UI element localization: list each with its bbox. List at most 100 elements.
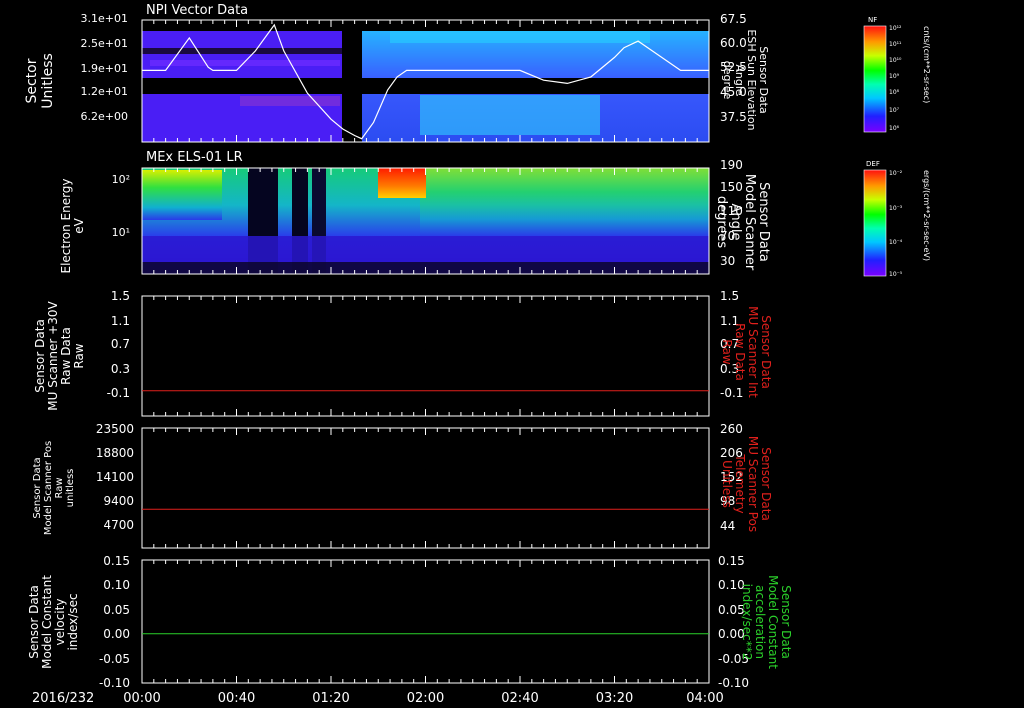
svg-text:0.00: 0.00 xyxy=(103,627,130,641)
pos-frame xyxy=(141,427,710,549)
svg-text:NF: NF xyxy=(868,16,877,24)
svg-text:Model Constant: Model Constant xyxy=(40,575,54,669)
acceleration-right-ylabel: Sensor Data Model Constant acceleration … xyxy=(740,575,793,669)
raw-left-ticks: 1.5 1.1 0.7 0.3 -0.1 xyxy=(107,289,130,400)
npi-left-ticks: 3.1e+01 2.5e+01 1.9e+01 1.2e+01 6.2e+00 xyxy=(81,12,128,123)
svg-text:10¹⁰: 10¹⁰ xyxy=(889,57,902,64)
svg-text:Raw Data: Raw Data xyxy=(59,327,73,385)
svg-text:6.2e+00: 6.2e+00 xyxy=(81,110,128,123)
svg-text:9400: 9400 xyxy=(103,494,134,508)
raw-frame xyxy=(141,295,710,417)
svg-text:3.1e+01: 3.1e+01 xyxy=(81,12,128,25)
svg-text:10⁻³: 10⁻³ xyxy=(889,205,903,212)
els-heatmap xyxy=(142,168,709,274)
time-tick: 03:20 xyxy=(596,691,633,706)
svg-text:Unitless: Unitless xyxy=(720,460,734,508)
svg-text:10¹: 10¹ xyxy=(112,226,130,239)
svg-text:190: 190 xyxy=(720,158,743,172)
svg-text:1.9e+01: 1.9e+01 xyxy=(81,62,128,75)
svg-text:260: 260 xyxy=(720,422,743,436)
svg-text:67.5: 67.5 xyxy=(720,12,747,26)
svg-text:10⁸: 10⁸ xyxy=(889,89,900,96)
npi-title: NPI Vector Data xyxy=(146,3,248,18)
svg-text:unitless: unitless xyxy=(65,469,76,508)
svg-text:1.1: 1.1 xyxy=(111,314,130,328)
time-tick: 02:40 xyxy=(501,691,538,706)
svg-text:Sensor Data: Sensor Data xyxy=(759,315,773,389)
svg-text:Sensor Data: Sensor Data xyxy=(27,585,41,659)
svg-text:0.10: 0.10 xyxy=(103,578,130,592)
pos-left-ticks: 23500 18800 14100 9400 4700 xyxy=(96,422,134,532)
svg-text:10⁷: 10⁷ xyxy=(889,107,900,114)
svg-text:Raw: Raw xyxy=(720,339,734,364)
svg-text:ergs/(cm**2-sr-sec-eV): ergs/(cm**2-sr-sec-eV) xyxy=(922,170,931,261)
panel-scanner-pos: Sensor Data Model Scanner Pos Raw unitle… xyxy=(32,422,773,549)
svg-text:DEF: DEF xyxy=(866,160,880,168)
svg-text:14100: 14100 xyxy=(96,470,134,484)
pos-left-ylabel: Sensor Data Model Scanner Pos Raw unitle… xyxy=(32,441,76,535)
svg-text:30: 30 xyxy=(720,254,735,268)
svg-text:Sensor Data: Sensor Data xyxy=(33,319,47,393)
svg-text:10⁻⁵: 10⁻⁵ xyxy=(889,271,903,278)
svg-text:MU Scanner +30V: MU Scanner +30V xyxy=(46,301,60,411)
svg-text:Sensor Data: Sensor Data xyxy=(759,447,773,521)
els-left-ylabel: Electron Energy eV xyxy=(59,178,86,273)
svg-text:150: 150 xyxy=(720,180,743,194)
svg-text:MU Scanner Int: MU Scanner Int xyxy=(746,306,760,398)
svg-text:Sensor Data: Sensor Data xyxy=(779,585,793,659)
svg-text:4700: 4700 xyxy=(103,518,134,532)
svg-text:-0.10: -0.10 xyxy=(99,676,130,690)
svg-text:10¹¹: 10¹¹ xyxy=(889,41,902,48)
svg-text:cnts/(cm**2-sr-sec): cnts/(cm**2-sr-sec) xyxy=(922,26,931,103)
svg-text:Raw: Raw xyxy=(72,343,86,368)
npi-heatmap xyxy=(142,20,709,142)
svg-text:Sector: Sector xyxy=(24,58,40,103)
svg-text:0.05: 0.05 xyxy=(103,603,130,617)
svg-text:-0.10: -0.10 xyxy=(718,676,749,690)
els-title: MEx ELS-01 LR xyxy=(146,150,243,165)
svg-text:0.7: 0.7 xyxy=(111,337,130,351)
panel-npi: NPI Vector Data Sector Unitless 3.1e+01 … xyxy=(24,3,931,143)
svg-text:1.5: 1.5 xyxy=(720,289,739,303)
svg-text:index/sec**2: index/sec**2 xyxy=(740,584,754,661)
svg-text:index/sec: index/sec xyxy=(66,593,80,650)
time-axis: 2016/232 00:00 00:40 01:20 02:00 02:40 0… xyxy=(32,691,724,706)
svg-text:-0.1: -0.1 xyxy=(107,386,130,400)
svg-text:eV: eV xyxy=(72,217,86,233)
svg-text:0.15: 0.15 xyxy=(103,554,130,568)
svg-text:60.0: 60.0 xyxy=(720,36,747,50)
els-colorbar: DEF 10⁻² 10⁻³ 10⁻⁴ 10⁻⁵ ergs/(cm**2-sr-s… xyxy=(863,160,931,278)
panel-els: MEx ELS-01 LR Electron Energy eV 10² 10¹… xyxy=(59,150,931,278)
svg-text:-0.05: -0.05 xyxy=(99,652,130,666)
time-tick: 00:00 xyxy=(123,691,160,706)
svg-text:-0.1: -0.1 xyxy=(720,386,743,400)
svg-text:0.3: 0.3 xyxy=(111,362,130,376)
svg-text:Electron Energy: Electron Energy xyxy=(59,178,73,273)
svg-text:10¹²: 10¹² xyxy=(889,25,902,32)
svg-text:Unitless: Unitless xyxy=(40,53,56,109)
svg-text:44: 44 xyxy=(720,519,735,533)
time-axis-date: 2016/232 xyxy=(32,691,94,706)
svg-text:10⁶: 10⁶ xyxy=(889,125,900,132)
els-left-ticks: 10² 10¹ xyxy=(112,173,130,239)
svg-text:Sensor Data: Sensor Data xyxy=(32,457,43,518)
svg-text:degrees: degrees xyxy=(714,196,729,249)
svg-text:10⁹: 10⁹ xyxy=(889,73,900,80)
svg-text:10²: 10² xyxy=(112,173,130,186)
svg-text:Model Scanner Pos: Model Scanner Pos xyxy=(43,441,54,535)
svg-text:37.5: 37.5 xyxy=(720,110,747,124)
svg-text:23500: 23500 xyxy=(96,422,134,436)
svg-text:degree: degree xyxy=(721,61,734,100)
svg-text:Angle: Angle xyxy=(728,204,743,241)
raw-left-ylabel: Sensor Data MU Scanner +30V Raw Data Raw xyxy=(33,301,86,411)
svg-text:2.5e+01: 2.5e+01 xyxy=(81,37,128,50)
velocity-frame xyxy=(141,559,710,684)
time-tick: 00:40 xyxy=(218,691,255,706)
velocity-left-ylabel: Sensor Data Model Constant velocity inde… xyxy=(27,575,80,669)
svg-text:Model Scanner: Model Scanner xyxy=(742,174,757,271)
svg-text:Sensor Data: Sensor Data xyxy=(756,182,771,262)
svg-text:acceleration: acceleration xyxy=(753,585,767,659)
svg-text:velocity: velocity xyxy=(53,599,67,646)
panel-model-constant: Sensor Data Model Constant velocity inde… xyxy=(27,554,793,690)
npi-colorbar: NF 10¹² 10¹¹ 10¹⁰ 10⁹ 10⁸ 10⁷ 10⁶ cnts/(… xyxy=(863,16,931,133)
